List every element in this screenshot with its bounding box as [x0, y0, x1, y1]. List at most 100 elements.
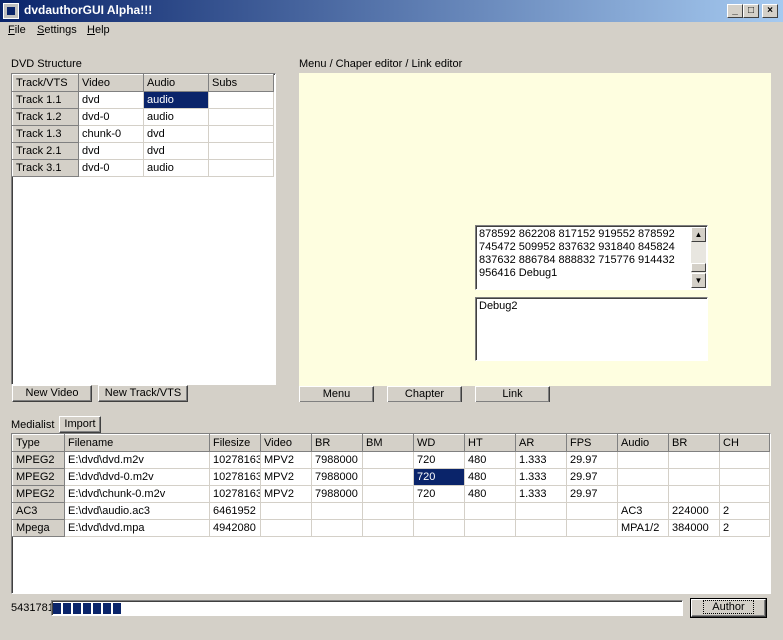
fps-cell[interactable]: 29.97: [566, 468, 618, 486]
new-track-vts-button[interactable]: New Track/VTS: [98, 385, 188, 402]
col-header-wd[interactable]: WD: [413, 434, 465, 452]
bm-cell[interactable]: [362, 519, 414, 537]
audio-cell[interactable]: [617, 485, 669, 503]
table-row[interactable]: Track 1.1 dvd audio: [12, 91, 274, 109]
col-header-ch[interactable]: CH: [719, 434, 770, 452]
table-row[interactable]: Track 1.2 dvd-0 audio: [12, 108, 274, 126]
audio-br-cell[interactable]: [668, 485, 720, 503]
filesize-cell[interactable]: 10278163: [209, 485, 261, 503]
audio-cell[interactable]: MPA1/2: [617, 519, 669, 537]
scroll-thumb[interactable]: [691, 263, 706, 272]
col-header-filename[interactable]: Filename: [64, 434, 210, 452]
col-header-filesize[interactable]: Filesize: [209, 434, 261, 452]
close-button[interactable]: ×: [762, 4, 778, 18]
video-cell[interactable]: dvd-0: [78, 108, 144, 126]
wd-cell[interactable]: 720: [413, 468, 465, 486]
ht-cell[interactable]: 480: [464, 485, 516, 503]
filesize-cell[interactable]: 6461952: [209, 502, 261, 520]
audio-cell[interactable]: dvd: [143, 142, 209, 160]
table-row[interactable]: Track 3.1 dvd-0 audio: [12, 159, 274, 177]
wd-cell[interactable]: 720: [413, 451, 465, 469]
br-cell[interactable]: 7988000: [311, 485, 363, 503]
filesize-cell[interactable]: 10278163: [209, 468, 261, 486]
br-cell[interactable]: 7988000: [311, 451, 363, 469]
track-cell[interactable]: Track 3.1: [12, 159, 79, 177]
maximize-button[interactable]: □: [743, 4, 759, 18]
ch-cell[interactable]: 2: [719, 519, 770, 537]
track-cell[interactable]: Track 2.1: [12, 142, 79, 160]
subs-cell[interactable]: [208, 142, 274, 160]
video-cell[interactable]: chunk-0: [78, 125, 144, 143]
table-row[interactable]: Mpega E:\dvd\dvd.mpa 4942080 MPA1/2 3840…: [12, 519, 770, 537]
author-button[interactable]: Author: [690, 598, 767, 618]
ar-cell[interactable]: [515, 502, 567, 520]
col-header-track[interactable]: Track/VTS: [12, 74, 79, 92]
filename-cell[interactable]: E:\dvd\dvd.mpa: [64, 519, 210, 537]
debug1-scrollbar[interactable]: ▲ ▼: [691, 227, 706, 288]
filename-cell[interactable]: E:\dvd\dvd.m2v: [64, 451, 210, 469]
bm-cell[interactable]: [362, 485, 414, 503]
col-header-subs[interactable]: Subs: [208, 74, 274, 92]
menu-file[interactable]: File: [8, 24, 26, 36]
ht-cell[interactable]: 480: [464, 468, 516, 486]
audio-br-cell[interactable]: 384000: [668, 519, 720, 537]
subs-cell[interactable]: [208, 125, 274, 143]
audio-cell[interactable]: dvd: [143, 125, 209, 143]
video-cell[interactable]: dvd-0: [78, 159, 144, 177]
audio-cell[interactable]: audio: [143, 159, 209, 177]
filesize-cell[interactable]: 4942080: [209, 519, 261, 537]
audio-br-cell[interactable]: [668, 451, 720, 469]
fps-cell[interactable]: 29.97: [566, 451, 618, 469]
bm-cell[interactable]: [362, 451, 414, 469]
type-cell[interactable]: Mpega: [12, 519, 65, 537]
tab-link[interactable]: Link: [475, 386, 550, 402]
ar-cell[interactable]: 1.333: [515, 468, 567, 486]
wd-cell[interactable]: 720: [413, 485, 465, 503]
ht-cell[interactable]: [464, 519, 516, 537]
br-cell[interactable]: [311, 502, 363, 520]
br-cell[interactable]: 7988000: [311, 468, 363, 486]
type-cell[interactable]: MPEG2: [12, 468, 65, 486]
subs-cell[interactable]: [208, 159, 274, 177]
debug1-textbox[interactable]: 878592 862208 817152 919552 878592 74547…: [475, 225, 708, 290]
wd-cell[interactable]: [413, 519, 465, 537]
fps-cell[interactable]: 29.97: [566, 485, 618, 503]
ar-cell[interactable]: 1.333: [515, 485, 567, 503]
col-header-audio-br[interactable]: BR: [668, 434, 720, 452]
type-cell[interactable]: AC3: [12, 502, 65, 520]
ht-cell[interactable]: 480: [464, 451, 516, 469]
table-row[interactable]: MPEG2 E:\dvd\chunk-0.m2v 10278163 MPV2 7…: [12, 485, 770, 503]
table-row[interactable]: Track 2.1 dvd dvd: [12, 142, 274, 160]
track-cell[interactable]: Track 1.3: [12, 125, 79, 143]
ch-cell[interactable]: [719, 468, 770, 486]
wd-cell[interactable]: [413, 502, 465, 520]
track-cell[interactable]: Track 1.2: [12, 108, 79, 126]
video-cell[interactable]: MPV2: [260, 485, 312, 503]
type-cell[interactable]: MPEG2: [12, 485, 65, 503]
audio-br-cell[interactable]: [668, 468, 720, 486]
col-header-bm[interactable]: BM: [362, 434, 414, 452]
video-cell[interactable]: dvd: [78, 142, 144, 160]
scroll-up-icon[interactable]: ▲: [691, 227, 706, 242]
import-button[interactable]: Import: [59, 416, 101, 433]
table-row[interactable]: MPEG2 E:\dvd\dvd-0.m2v 10278163 MPV2 798…: [12, 468, 770, 486]
tab-menu[interactable]: Menu: [299, 386, 374, 402]
ht-cell[interactable]: [464, 502, 516, 520]
ar-cell[interactable]: [515, 519, 567, 537]
audio-cell[interactable]: AC3: [617, 502, 669, 520]
audio-cell[interactable]: audio: [143, 91, 209, 109]
ar-cell[interactable]: 1.333: [515, 451, 567, 469]
col-header-ar[interactable]: AR: [515, 434, 567, 452]
menu-settings[interactable]: Settings: [37, 24, 77, 36]
video-cell[interactable]: dvd: [78, 91, 144, 109]
ch-cell[interactable]: [719, 485, 770, 503]
tab-chapter[interactable]: Chapter: [387, 386, 462, 402]
audio-cell[interactable]: audio: [143, 108, 209, 126]
col-header-video[interactable]: Video: [260, 434, 312, 452]
table-row[interactable]: AC3 E:\dvd\audio.ac3 6461952 AC3 224000 …: [12, 502, 770, 520]
col-header-fps[interactable]: FPS: [566, 434, 618, 452]
subs-cell[interactable]: [208, 91, 274, 109]
fps-cell[interactable]: [566, 519, 618, 537]
bm-cell[interactable]: [362, 502, 414, 520]
video-cell[interactable]: MPV2: [260, 468, 312, 486]
